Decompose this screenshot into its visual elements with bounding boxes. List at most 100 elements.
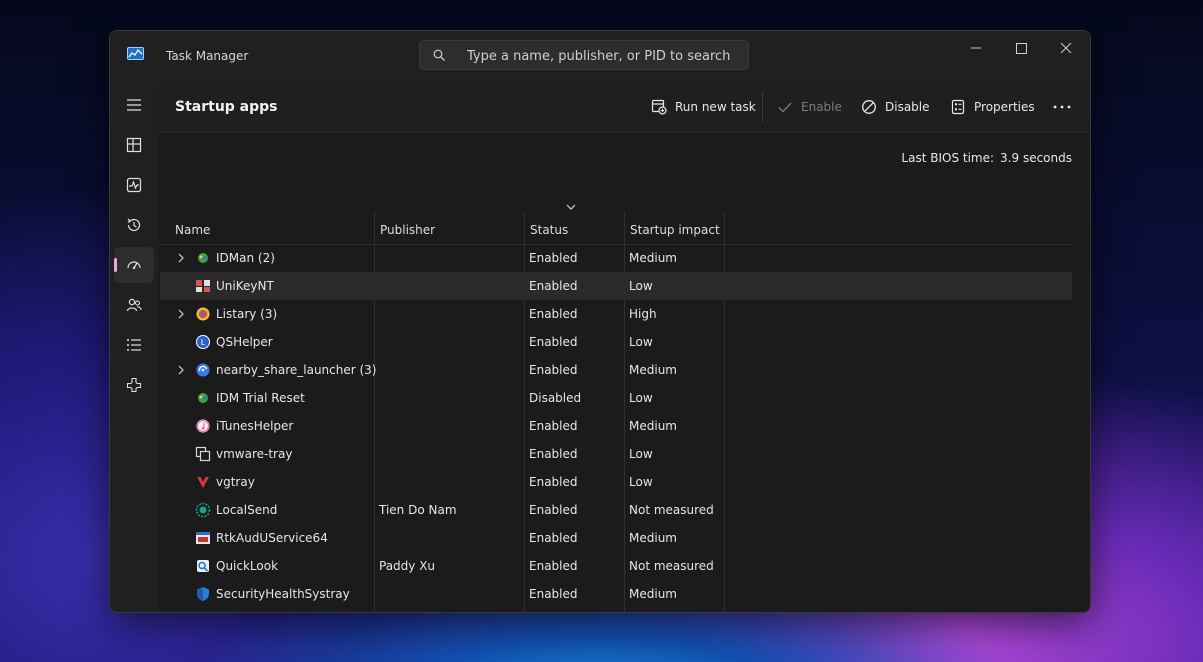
- column-publisher-label: Publisher: [380, 223, 436, 237]
- close-icon[interactable]: [1052, 39, 1080, 57]
- users-icon: [126, 298, 142, 312]
- row-status: Enabled: [529, 475, 578, 489]
- table-row[interactable]: QuickLook Paddy Xu Enabled Not measured: [160, 552, 1072, 580]
- row-status: Enabled: [529, 559, 578, 573]
- column-header-impact[interactable]: Startup impact: [624, 211, 724, 244]
- search-box[interactable]: [419, 40, 749, 70]
- row-status: Disabled: [529, 391, 582, 405]
- checkmark-icon: [778, 102, 792, 113]
- unikey-icon: [196, 280, 210, 292]
- row-name: iTunesHelper: [216, 419, 294, 433]
- search-input[interactable]: [465, 45, 739, 67]
- maximize-icon[interactable]: [1007, 39, 1035, 57]
- row-name: QuickLook: [216, 559, 279, 573]
- run-new-task-button[interactable]: Run new task: [651, 91, 756, 123]
- column-impact-label: Startup impact: [630, 223, 720, 237]
- task-manager-icon: [127, 47, 144, 60]
- page-title: Startup apps: [175, 99, 278, 115]
- vmware-icon: [195, 446, 211, 462]
- row-status: Enabled: [529, 251, 578, 265]
- table-row[interactable]: IDM Trial Reset Disabled Low: [160, 384, 1072, 412]
- enable-button[interactable]: Enable: [777, 91, 842, 123]
- nav-menu-button[interactable]: [114, 87, 154, 123]
- row-publisher: Tien Do Nam: [379, 503, 457, 517]
- menu-icon: [127, 99, 141, 111]
- table-row[interactable]: Listary (3) Enabled High: [160, 300, 1072, 328]
- startup-apps-icon: [127, 261, 141, 270]
- nav-users[interactable]: [114, 287, 154, 323]
- table-row[interactable]: LocalSend Tien Do Nam Enabled Not measured: [160, 496, 1072, 524]
- column-name-label: Name: [175, 223, 211, 237]
- localsend-icon: [195, 502, 211, 518]
- table-row[interactable]: RtkAudUService64 Enabled Medium: [160, 524, 1072, 552]
- table-row[interactable]: L QSHelper Enabled Low: [160, 328, 1072, 356]
- table-row[interactable]: vmware-tray Enabled Low: [160, 440, 1072, 468]
- sidebar: [110, 81, 158, 612]
- disable-label: Disable: [885, 100, 930, 114]
- run-new-task-icon: [651, 99, 667, 115]
- row-impact: Low: [629, 447, 653, 461]
- nav-details[interactable]: [114, 327, 154, 363]
- row-impact: Medium: [629, 531, 677, 545]
- row-name: RtkAudUService64: [216, 531, 328, 545]
- bios-label: Last BIOS time:: [901, 151, 995, 165]
- idm-icon: [198, 393, 208, 403]
- table-header: Name Publisher Status Startup impact: [158, 204, 1072, 245]
- properties-icon: [951, 99, 965, 115]
- row-impact: Not measured: [629, 503, 714, 517]
- row-status: Enabled: [529, 335, 578, 349]
- main-panel: Startup apps Run new task Enable Disable…: [158, 81, 1090, 612]
- minimize-icon[interactable]: [962, 39, 990, 57]
- row-impact: High: [629, 307, 657, 321]
- table-row[interactable]: IDMan (2) Enabled Medium: [160, 244, 1072, 272]
- column-header-name[interactable]: Name: [169, 211, 374, 244]
- run-new-task-label: Run new task: [675, 100, 756, 114]
- row-status: Enabled: [529, 419, 578, 433]
- command-bar: Startup apps Run new task Enable Disable…: [158, 81, 1090, 133]
- details-icon: [127, 339, 141, 351]
- task-manager-window: Task Manager Type a name, publisher, or …: [109, 30, 1091, 613]
- nav-startup-apps[interactable]: [114, 247, 154, 283]
- table-row[interactable]: iTunesHelper Enabled Medium: [160, 412, 1072, 440]
- chevron-right-icon[interactable]: [177, 309, 185, 319]
- bios-time: Last BIOS time: 3.9 seconds: [901, 151, 1072, 165]
- more-options-icon[interactable]: [1052, 99, 1072, 115]
- row-publisher: Paddy Xu: [379, 559, 436, 573]
- nav-services[interactable]: [114, 367, 154, 403]
- chevron-right-icon[interactable]: [177, 365, 185, 375]
- row-name: SecurityHealthSystray: [216, 587, 350, 601]
- properties-button[interactable]: Properties: [950, 91, 1035, 123]
- table-row[interactable]: vgtray Enabled Low: [160, 468, 1072, 496]
- properties-label: Properties: [974, 100, 1035, 114]
- row-status: Enabled: [529, 307, 578, 321]
- services-icon: [126, 377, 142, 393]
- column-header-status[interactable]: Status: [524, 211, 624, 244]
- chevron-right-icon[interactable]: [177, 253, 185, 263]
- row-impact: Medium: [629, 419, 677, 433]
- row-name: IDMan (2): [216, 251, 275, 265]
- row-name: vgtray: [216, 475, 255, 489]
- disable-button[interactable]: Disable: [861, 91, 930, 123]
- quicklook-icon: [197, 560, 209, 572]
- processes-icon: [126, 137, 142, 153]
- row-impact: Low: [629, 279, 653, 293]
- bios-value: 3.9 seconds: [1000, 151, 1072, 165]
- row-status: Enabled: [529, 279, 578, 293]
- search-icon: [433, 49, 445, 61]
- row-impact: Medium: [629, 363, 677, 377]
- nav-processes[interactable]: [114, 127, 154, 163]
- nav-performance[interactable]: [114, 167, 154, 203]
- performance-icon: [126, 177, 142, 193]
- column-header-publisher[interactable]: Publisher: [374, 211, 524, 244]
- table-row[interactable]: nearby_share_launcher (3) Enabled Medium: [160, 356, 1072, 384]
- row-name: Listary (3): [216, 307, 278, 321]
- row-name: vmware-tray: [216, 447, 293, 461]
- table-row[interactable]: Mobile devicesMicrosoft WindowsEnabledNo…: [160, 608, 1072, 612]
- table-row[interactable]: SecurityHealthSystray Enabled Medium: [160, 580, 1072, 608]
- vanguard-icon: [197, 477, 209, 488]
- row-impact: Low: [629, 391, 653, 405]
- nav-app-history[interactable]: [114, 207, 154, 243]
- table-row[interactable]: UniKeyNT Enabled Low: [160, 272, 1072, 300]
- idm-icon: [198, 253, 208, 263]
- security-shield-icon: [197, 587, 209, 601]
